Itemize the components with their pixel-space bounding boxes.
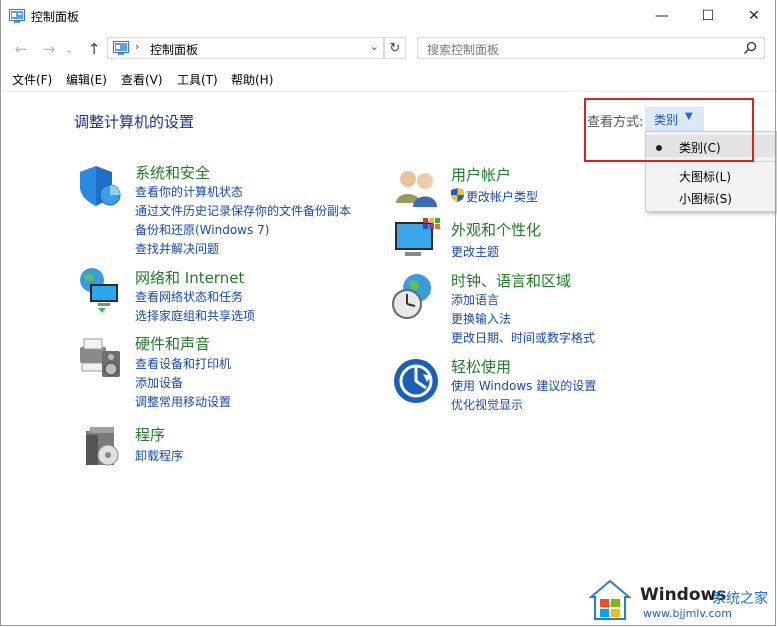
search-placeholder: 搜索控制面板	[427, 43, 500, 57]
recent-locations-button[interactable]: ⌄	[62, 38, 76, 60]
link-mobility-settings[interactable]: 调整常用移动设置	[135, 393, 231, 410]
category-title-ease-of-access[interactable]: 轻松使用	[451, 356, 511, 377]
menu-tools[interactable]: 工具(T)	[177, 71, 218, 88]
link-change-theme[interactable]: 更改主题	[451, 243, 499, 260]
minimize-button[interactable]: —	[639, 0, 685, 32]
control-panel-icon	[113, 41, 129, 55]
breadcrumb[interactable]: 控制面板	[150, 41, 198, 58]
uac-shield-icon	[451, 188, 464, 202]
link-network-status[interactable]: 查看网络状态和任务	[135, 288, 243, 305]
category-title-user-accounts[interactable]: 用户帐户	[451, 164, 511, 185]
maximize-button[interactable]: ☐	[685, 0, 731, 32]
shield-icon[interactable]	[76, 162, 124, 210]
appearance-monitor-icon[interactable]	[393, 216, 441, 264]
category-title-hardware-sound[interactable]: 硬件和声音	[135, 333, 210, 354]
link-optimize-visual-display[interactable]: 优化视觉显示	[451, 396, 523, 413]
search-input[interactable]: 搜索控制面板	[417, 37, 765, 59]
control-panel-icon	[9, 9, 25, 23]
refresh-button[interactable]: ↻	[384, 37, 406, 59]
link-add-device[interactable]: 添加设备	[135, 374, 183, 391]
view-option-label: 小图标(S)	[679, 192, 732, 206]
menu-help[interactable]: 帮助(H)	[231, 71, 273, 88]
highlight-box	[584, 98, 754, 162]
link-backup-restore[interactable]: 备份和还原(Windows 7)	[135, 221, 269, 238]
link-devices-printers[interactable]: 查看设备和打印机	[135, 355, 231, 372]
clock-globe-icon[interactable]	[391, 272, 439, 320]
category-title-appearance[interactable]: 外观和个性化	[451, 219, 541, 240]
link-file-history-backup[interactable]: 通过文件历史记录保存你的文件备份副本	[135, 202, 351, 219]
user-accounts-icon[interactable]	[393, 163, 441, 211]
view-option-large-icons[interactable]: 大图标(L)	[646, 164, 776, 186]
watermark-suffix: 系统之家	[712, 591, 768, 607]
link-uninstall-program[interactable]: 卸载程序	[135, 447, 183, 464]
close-button[interactable]: ✕	[731, 0, 777, 32]
chevron-down-icon[interactable]: ⌄	[370, 40, 379, 53]
forward-button[interactable]: →	[38, 38, 60, 60]
view-option-small-icons[interactable]: 小图标(S)	[646, 186, 776, 208]
link-change-date-time-format[interactable]: 更改日期、时间或数字格式	[451, 329, 595, 346]
menu-divider	[0, 91, 777, 92]
link-troubleshoot[interactable]: 查找并解决问题	[135, 240, 219, 257]
title-bar: 控制面板 — ☐ ✕	[0, 0, 777, 32]
ease-of-access-icon[interactable]	[393, 358, 441, 406]
menu-view[interactable]: 查看(V)	[121, 71, 163, 88]
menu-edit[interactable]: 编辑(E)	[66, 71, 107, 88]
link-recommended-settings[interactable]: 使用 Windows 建议的设置	[451, 377, 596, 394]
view-option-label: 大图标(L)	[679, 170, 732, 184]
programs-icon[interactable]	[80, 423, 128, 471]
watermark-url: www.bjjmlv.com	[643, 607, 732, 620]
window-title: 控制面板	[31, 10, 80, 24]
breadcrumb-separator-icon: ›	[135, 40, 140, 53]
windows-logo-house-icon	[589, 579, 631, 620]
menu-file[interactable]: 文件(F)	[12, 71, 52, 88]
category-title-network-internet[interactable]: 网络和 Internet	[135, 267, 244, 288]
link-add-language[interactable]: 添加语言	[451, 291, 499, 308]
category-title-clock-language-region[interactable]: 时钟、语言和区域	[451, 270, 571, 291]
page-title: 调整计算机的设置	[74, 113, 195, 131]
up-button[interactable]: ↑	[83, 38, 105, 60]
back-button[interactable]: ←	[10, 38, 32, 60]
link-change-input-method[interactable]: 更换输入法	[451, 310, 511, 327]
search-icon[interactable]	[743, 41, 757, 55]
category-title-programs[interactable]: 程序	[135, 424, 165, 445]
network-globe-icon[interactable]	[76, 266, 124, 314]
link-homegroup-sharing[interactable]: 选择家庭组和共享选项	[135, 307, 255, 324]
address-bar[interactable]: › 控制面板 ⌄	[107, 37, 384, 59]
category-title-system-security[interactable]: 系统和安全	[135, 162, 210, 183]
link-view-computer-status[interactable]: 查看你的计算机状态	[135, 183, 243, 200]
link-change-account-type[interactable]: 更改帐户类型	[466, 188, 538, 205]
printer-speaker-icon[interactable]	[76, 333, 124, 381]
